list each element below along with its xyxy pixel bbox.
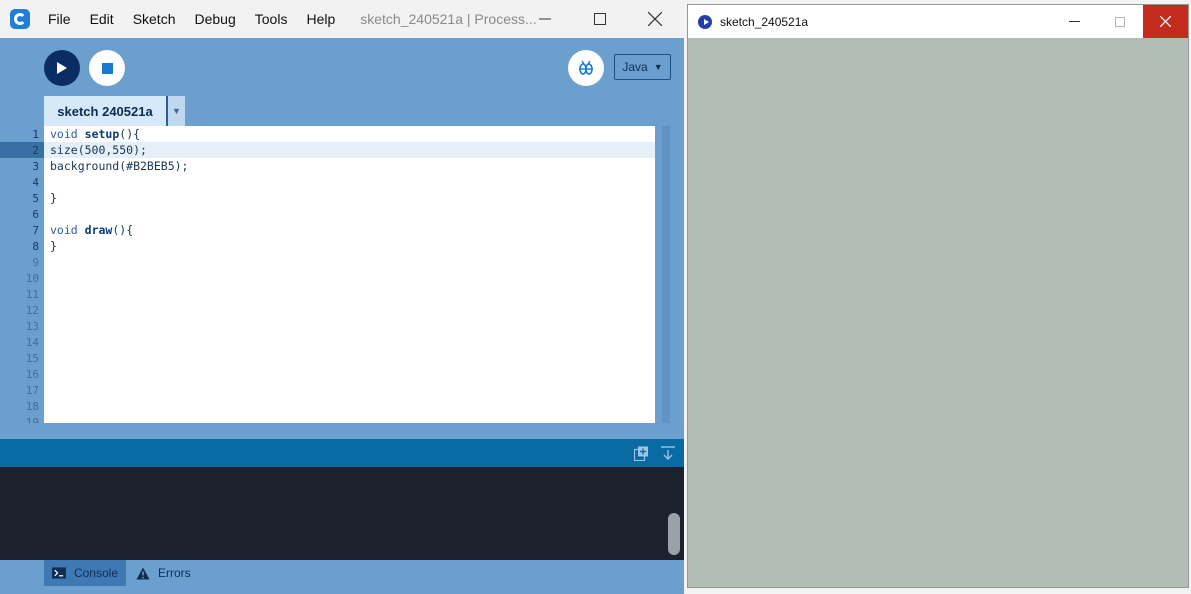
play-icon <box>57 62 67 74</box>
tab-errors-label: Errors <box>158 566 191 580</box>
tab-menu-button[interactable]: ▼ <box>166 96 185 126</box>
menu-sketch[interactable]: Sketch <box>133 11 176 27</box>
processing-sketch-icon <box>698 14 712 29</box>
code-line: void draw(){ <box>50 223 133 237</box>
sketch-minimize-button[interactable] <box>1052 5 1097 38</box>
code-text: (){ <box>112 223 134 237</box>
mode-label: Java <box>622 60 648 74</box>
line-number: 9 <box>32 256 39 269</box>
code-keyword: void <box>50 223 78 237</box>
editor-bottom-strip <box>0 423 684 439</box>
line-number: 17 <box>25 384 39 397</box>
line-number: 7 <box>32 224 39 237</box>
minimize-icon <box>1069 21 1080 22</box>
menu-tools[interactable]: Tools <box>255 11 288 27</box>
sketch-tab-bar: sketch 240521a ▼ <box>0 94 684 126</box>
tab-errors[interactable]: Errors <box>128 560 199 586</box>
processing-ide-window: File Edit Sketch Debug Tools Help sketch… <box>0 0 684 594</box>
line-number: 3 <box>32 160 39 173</box>
line-number: 8 <box>32 240 39 253</box>
close-icon <box>648 12 662 26</box>
sketch-output-window: sketch_240521a <box>687 4 1189 588</box>
run-button[interactable] <box>44 50 80 86</box>
line-number: 10 <box>25 272 39 285</box>
line-number: 6 <box>32 208 39 221</box>
code-keyword: void <box>50 127 78 141</box>
menu-file[interactable]: File <box>48 11 71 27</box>
sketch-titlebar: sketch_240521a <box>688 5 1188 38</box>
line-number: 19 <box>25 416 39 423</box>
bug-icon <box>579 60 593 75</box>
code-line: void setup(){ <box>50 127 140 141</box>
menu-help[interactable]: Help <box>306 11 335 27</box>
mode-selector[interactable]: Java ▼ <box>614 54 671 80</box>
tab-console[interactable]: Console <box>44 560 126 586</box>
minimize-button[interactable] <box>522 0 568 38</box>
menu-debug[interactable]: Debug <box>195 11 236 27</box>
ide-footer: Console Errors <box>0 560 684 594</box>
processing-app-icon[interactable] <box>10 9 30 29</box>
maximize-icon <box>1114 16 1125 27</box>
code-function-name: setup <box>84 127 120 141</box>
sketch-close-button[interactable] <box>1143 5 1188 38</box>
line-number: 15 <box>25 352 39 365</box>
chevron-down-icon: ▼ <box>172 106 181 116</box>
code-line: } <box>50 239 57 253</box>
maximize-icon <box>594 13 606 25</box>
console-output[interactable] <box>0 467 684 560</box>
menu-edit[interactable]: Edit <box>90 11 114 27</box>
tab-sketch[interactable]: sketch 240521a <box>44 96 166 126</box>
line-number: 1 <box>32 128 39 141</box>
maximize-button[interactable] <box>577 0 623 38</box>
chevron-down-icon: ▼ <box>653 62 663 72</box>
collapse-console-icon[interactable] <box>660 445 676 461</box>
line-number: 5 <box>32 192 39 205</box>
code-line: background(#B2BEB5); <box>50 159 189 173</box>
debug-button[interactable] <box>568 50 604 86</box>
ide-titlebar: File Edit Sketch Debug Tools Help sketch… <box>0 0 684 38</box>
code-line: } <box>50 191 57 205</box>
line-number: 13 <box>25 320 39 333</box>
tab-console-label: Console <box>73 566 118 580</box>
minimize-icon <box>539 18 551 20</box>
sketch-canvas[interactable] <box>688 38 1188 587</box>
stop-button[interactable] <box>89 50 125 86</box>
code-editor[interactable]: void setup(){ size(500,550); background(… <box>44 126 655 423</box>
line-number-gutter: 1 2 3 4 5 6 7 8 9 10 11 12 13 14 15 16 1… <box>0 126 44 423</box>
terminal-icon <box>52 567 66 579</box>
close-button[interactable] <box>632 0 678 38</box>
sketch-window-title: sketch_240521a <box>720 14 809 29</box>
console-scrollbar-thumb[interactable] <box>668 513 680 555</box>
editor-area: 1 2 3 4 5 6 7 8 9 10 11 12 13 14 15 16 1… <box>0 126 684 423</box>
line-number: 16 <box>25 368 39 381</box>
code-text: (){ <box>119 127 141 141</box>
ide-toolbar: Java ▼ <box>0 38 684 94</box>
stop-icon <box>101 62 113 74</box>
line-number: 12 <box>25 304 39 317</box>
warning-icon <box>136 567 150 579</box>
line-number: 14 <box>25 336 39 349</box>
sketch-maximize-button[interactable] <box>1097 5 1142 38</box>
line-number: 4 <box>32 176 39 189</box>
code-line: size(500,550); <box>50 143 147 157</box>
editor-vertical-scrollbar[interactable] <box>655 126 684 423</box>
line-number: 2 <box>32 144 39 157</box>
line-number: 18 <box>25 400 39 413</box>
code-function-name: draw <box>84 223 113 237</box>
window-title: sketch_240521a | Process... <box>360 11 537 27</box>
copy-console-icon[interactable] <box>634 446 649 461</box>
console-header <box>0 439 684 467</box>
line-number: 11 <box>25 288 39 301</box>
close-icon <box>1160 16 1171 27</box>
